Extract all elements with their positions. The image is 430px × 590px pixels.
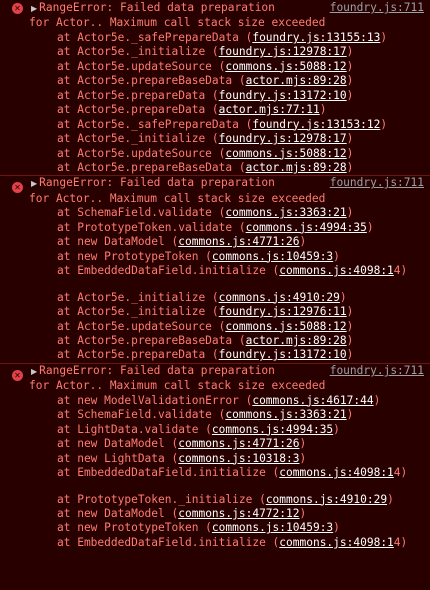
stack-frame: at new DataModel (commons.js:4771:26) bbox=[57, 437, 307, 451]
stack-gap bbox=[31, 481, 424, 493]
source-location-link[interactable]: foundry.js:711 bbox=[330, 364, 424, 378]
stack-frame-link[interactable]: actor.mjs:77:11 bbox=[219, 103, 320, 116]
stack-frame: at Actor5e.updateSource (commons.js:5088… bbox=[57, 319, 354, 333]
stack-frame: at Actor5e._safePrepareData (foundry.js:… bbox=[57, 117, 388, 131]
stack-frame: at Actor5e.prepareBaseData (actor.mjs:89… bbox=[57, 74, 354, 88]
stack-frame-link[interactable]: actor.mjs:89:28 bbox=[246, 161, 347, 174]
stack-frame-link[interactable]: commons.js:5088:12 bbox=[225, 320, 346, 333]
stack-frame-link[interactable]: commons.js:10318:3 bbox=[178, 452, 299, 465]
stack-frame: at Actor5e._initialize (foundry.js:12978… bbox=[57, 45, 354, 59]
stack-frame: at new PrototypeToken (commons.js:10459:… bbox=[57, 249, 340, 263]
stack-frame-link[interactable]: commons.js:4771:26 bbox=[178, 235, 299, 248]
stack-gap bbox=[31, 279, 424, 291]
stack-frame: at Actor5e._safePrepareData (foundry.js:… bbox=[57, 30, 388, 44]
stack-frame-link[interactable]: foundry.js:12976:11 bbox=[219, 305, 347, 318]
stack-trace: at Actor5e._safePrepareData (foundry.js:… bbox=[31, 31, 424, 176]
stack-frame: at PrototypeToken.validate (commons.js:4… bbox=[57, 220, 374, 234]
stack-trace-continued: at Actor5e._initialize (commons.js:4910:… bbox=[31, 291, 424, 363]
stack-frame-link[interactable]: foundry.js:12978:17 bbox=[219, 45, 347, 58]
stack-frame-link[interactable]: commons.js:10459:3 bbox=[212, 250, 333, 263]
stack-frame: at Actor5e.prepareData (foundry.js:13172… bbox=[57, 348, 354, 362]
stack-frame-link[interactable]: foundry.js:13172:10 bbox=[219, 348, 347, 361]
stack-frame: at Actor5e.updateSource (commons.js:5088… bbox=[57, 59, 354, 73]
stack-frame-link[interactable]: actor.mjs:89:28 bbox=[246, 334, 347, 347]
console-error-message[interactable]: ✕ ▶ RangeError: Failed data preparation fo… bbox=[0, 362, 430, 551]
source-location-link[interactable]: foundry.js:711 bbox=[330, 176, 424, 190]
source-location-link[interactable]: foundry.js:711 bbox=[330, 1, 424, 15]
stack-frame: at EmbeddedDataField.initialize (commons… bbox=[57, 466, 408, 480]
console-error-message[interactable]: ✕ ▶ RangeError: Failed data preparation fo… bbox=[0, 175, 430, 362]
stack-frame: at EmbeddedDataField.initialize (commons… bbox=[57, 264, 408, 278]
stack-frame-link[interactable]: commons.js:5088:12 bbox=[225, 147, 346, 160]
stack-frame: at Actor5e._initialize (foundry.js:12978… bbox=[57, 132, 354, 146]
error-header: ▶ RangeError: Failed data preparation foun… bbox=[31, 176, 424, 191]
expand-triangle-icon[interactable]: ▶ bbox=[31, 367, 37, 376]
stack-frame-link[interactable]: foundry.js:13153:12 bbox=[252, 118, 380, 131]
stack-frame: at Actor5e.updateSource (commons.js:5088… bbox=[57, 146, 354, 160]
stack-frame-link[interactable]: commons.js:4910:29 bbox=[219, 291, 340, 304]
stack-frame: at new DataModel (commons.js:4772:12) bbox=[57, 506, 307, 520]
stack-frame-link[interactable]: commons.js:3363:21 bbox=[225, 408, 346, 421]
console-error-message[interactable]: ✕ ▶ RangeError: Failed data preparation fo… bbox=[0, 0, 430, 175]
stack-frame-link[interactable]: commons.js:4098:1 bbox=[279, 536, 394, 549]
error-header: ▶ RangeError: Failed data preparation foun… bbox=[31, 364, 424, 379]
stack-frame-link[interactable]: commons.js:10459:3 bbox=[212, 521, 333, 534]
error-circle-icon: ✕ bbox=[12, 369, 23, 381]
stack-frame: at new DataModel (commons.js:4771:26) bbox=[57, 235, 307, 249]
stack-frame-link[interactable]: commons.js:4617:44 bbox=[252, 394, 373, 407]
stack-trace: at new ModelValidationError (commons.js:… bbox=[31, 394, 424, 481]
stack-frame: at Actor5e.prepareBaseData (actor.mjs:89… bbox=[57, 160, 354, 174]
stack-frame-link[interactable]: commons.js:4771:26 bbox=[178, 437, 299, 450]
stack-frame: at SchemaField.validate (commons.js:3363… bbox=[57, 206, 354, 220]
error-message-tail: for Actor.. Maximum call stack size exce… bbox=[29, 379, 326, 393]
stack-frame: at Actor5e.prepareBaseData (actor.mjs:89… bbox=[57, 333, 354, 347]
error-message-head: RangeError: Failed data preparation bbox=[39, 1, 275, 14]
stack-frame: at Actor5e._initialize (foundry.js:12976… bbox=[57, 305, 354, 319]
error-message-tail: for Actor.. Maximum call stack size exce… bbox=[29, 16, 326, 30]
stack-frame: at new PrototypeToken (commons.js:10459:… bbox=[57, 521, 340, 535]
stack-frame-link[interactable]: commons.js:4098:1 bbox=[279, 264, 394, 277]
stack-frame: at SchemaField.validate (commons.js:3363… bbox=[57, 408, 354, 422]
stack-frame-link[interactable]: foundry.js:12978:17 bbox=[219, 132, 347, 145]
stack-frame-link[interactable]: commons.js:4098:1 bbox=[279, 466, 394, 479]
expand-triangle-icon[interactable]: ▶ bbox=[31, 4, 37, 13]
console-panel: ✕ ▶ RangeError: Failed data preparation fo… bbox=[0, 0, 430, 590]
error-header: ▶ RangeError: Failed data preparation foun… bbox=[31, 1, 424, 16]
stack-frame-link[interactable]: actor.mjs:89:28 bbox=[246, 74, 347, 87]
error-message-head: RangeError: Failed data preparation bbox=[39, 176, 275, 190]
stack-frame-link[interactable]: foundry.js:13172:10 bbox=[219, 89, 347, 102]
stack-frame: at new ModelValidationError (commons.js:… bbox=[57, 393, 381, 407]
stack-frame: at PrototypeToken._initialize (commons.j… bbox=[57, 492, 394, 506]
stack-frame-link[interactable]: commons.js:3363:21 bbox=[225, 206, 346, 219]
error-message-tail: for Actor.. Maximum call stack size exce… bbox=[29, 191, 326, 205]
stack-frame-link[interactable]: foundry.js:13155:13 bbox=[252, 31, 380, 44]
stack-frame: at Actor5e.prepareData (foundry.js:13172… bbox=[57, 88, 354, 102]
error-message-head: RangeError: Failed data preparation bbox=[39, 363, 275, 377]
error-circle-icon: ✕ bbox=[12, 182, 23, 194]
stack-frame: at Actor5e._initialize (commons.js:4910:… bbox=[57, 290, 347, 304]
stack-frame-link[interactable]: commons.js:4910:29 bbox=[266, 493, 387, 506]
stack-frame-link[interactable]: commons.js:4772:12 bbox=[178, 507, 299, 520]
stack-trace: at SchemaField.validate (commons.js:3363… bbox=[31, 206, 424, 278]
error-circle-icon: ✕ bbox=[12, 3, 23, 14]
expand-triangle-icon[interactable]: ▶ bbox=[31, 179, 37, 188]
stack-frame: at Actor5e.prepareData (actor.mjs:77:11) bbox=[57, 103, 327, 117]
stack-trace-continued: at PrototypeToken._initialize (commons.j… bbox=[31, 493, 424, 551]
stack-frame-link[interactable]: commons.js:4994:35 bbox=[212, 423, 333, 436]
stack-frame: at new LightData (commons.js:10318:3) bbox=[57, 451, 307, 465]
stack-frame-link[interactable]: commons.js:4994:35 bbox=[246, 221, 367, 234]
stack-frame: at LightData.validate (commons.js:4994:3… bbox=[57, 422, 340, 436]
stack-frame: at EmbeddedDataField.initialize (commons… bbox=[57, 535, 408, 549]
stack-frame-link[interactable]: commons.js:5088:12 bbox=[225, 60, 346, 73]
